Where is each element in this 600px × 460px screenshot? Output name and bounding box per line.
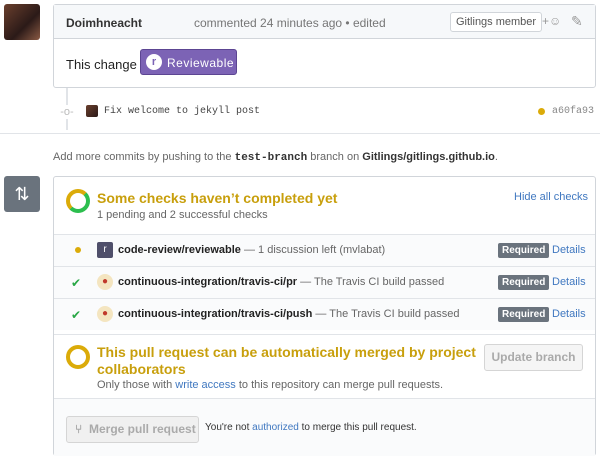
commit-status-pending-icon[interactable]	[538, 108, 545, 115]
comment-body-text: This change is	[66, 57, 150, 72]
merge-button-label: Merge pull request	[89, 422, 196, 436]
travis-icon: ●	[97, 306, 113, 322]
merge-action-section: ⑂ Merge pull request You're not authoriz…	[54, 398, 595, 456]
check-row: r code-review/reviewable — 1 discussion …	[54, 234, 595, 266]
merge-status-icon	[66, 345, 90, 369]
repo-name: Gitlings/gitlings.github.io	[362, 151, 495, 163]
branch-name: test-branch	[234, 152, 308, 164]
avatar[interactable]	[4, 4, 40, 40]
reviewable-logo-icon: r	[146, 54, 162, 70]
check-name: continuous-integration/travis-ci/push — …	[118, 308, 460, 320]
travis-icon: ●	[97, 274, 113, 290]
update-branch-button[interactable]: Update branch	[484, 344, 583, 371]
comment-author[interactable]: Doimhneacht	[66, 16, 142, 30]
check-mark-icon: ✔	[71, 308, 82, 322]
add-commits-mid: branch on	[310, 151, 360, 163]
check-name-text: code-review/reviewable	[118, 244, 241, 256]
commit-message[interactable]: Fix welcome to jekyll post	[104, 106, 260, 117]
merge-status-section: This pull request can be automatically m…	[54, 334, 595, 398]
merge-note: Only those with write access to this rep…	[97, 379, 443, 391]
not-auth-prefix: You're not	[205, 422, 250, 433]
member-badge: Gitlings member	[450, 12, 543, 32]
comment-header: Doimhneacht commented 24 minutes ago • e…	[54, 5, 595, 39]
check-desc: — The Travis CI build passed	[300, 276, 445, 288]
checks-subtitle: 1 pending and 2 successful checks	[97, 209, 268, 221]
check-name: code-review/reviewable — 1 discussion le…	[118, 244, 385, 256]
merge-status-title: This pull request can be automatically m…	[97, 344, 476, 377]
pending-dot-icon	[75, 247, 81, 253]
reviewable-label: Reviewable	[167, 56, 235, 70]
merge-pull-request-button[interactable]: ⑂ Merge pull request	[66, 416, 199, 443]
reviewable-icon: r	[97, 242, 113, 258]
checks-status-icon	[66, 189, 90, 213]
details-link[interactable]: Details	[552, 308, 586, 320]
commit-author-avatar[interactable]	[86, 105, 98, 117]
check-desc: — The Travis CI build passed	[315, 308, 460, 320]
add-commits-suffix: .	[494, 151, 498, 163]
edit-icon[interactable]: ✎	[571, 13, 583, 30]
check-desc: — 1 discussion left (mvlabat)	[243, 244, 386, 256]
merge-icon: ⑂	[75, 422, 83, 436]
checks-title: Some checks haven’t completed yet	[97, 190, 338, 206]
reviewable-button[interactable]: r Reviewable	[140, 49, 237, 75]
check-row: ✔ ● continuous-integration/travis-ci/pr …	[54, 266, 595, 298]
add-reaction-icon[interactable]: +☺	[542, 14, 561, 28]
authorized-link[interactable]: authorized	[252, 422, 299, 433]
not-authorized-note: You're not authorized to merge this pull…	[205, 422, 417, 433]
merge-box: Some checks haven’t completed yet 1 pend…	[53, 176, 596, 456]
hide-all-checks-link[interactable]: Hide all checks	[514, 191, 588, 203]
merge-note-suffix: to this repository can merge pull reques…	[238, 379, 444, 391]
check-name-text: continuous-integration/travis-ci/pr	[118, 276, 298, 288]
add-commits-hint: Add more commits by pushing to the test-…	[53, 151, 498, 164]
required-badge: Required	[498, 243, 550, 258]
add-commits-prefix: Add more commits by pushing to the	[53, 151, 232, 163]
write-access-link[interactable]: write access	[175, 379, 236, 391]
merge-note-prefix: Only those with	[97, 379, 173, 391]
details-link[interactable]: Details	[552, 276, 586, 288]
required-badge: Required	[498, 275, 550, 290]
comment-meta: commented 24 minutes ago • edited	[194, 16, 386, 30]
commit-icon: -o-	[60, 105, 74, 119]
check-row: ✔ ● continuous-integration/travis-ci/pus…	[54, 298, 595, 330]
comment-box: Doimhneacht commented 24 minutes ago • e…	[53, 4, 596, 88]
not-auth-suffix: to merge this pull request.	[301, 422, 417, 433]
check-mark-icon: ✔	[71, 276, 82, 290]
check-name-text: continuous-integration/travis-ci/push	[118, 308, 313, 320]
commit-sha[interactable]: a60fa93	[552, 106, 594, 117]
details-link[interactable]: Details	[552, 244, 586, 256]
check-name: continuous-integration/travis-ci/pr — Th…	[118, 276, 444, 288]
divider	[0, 133, 600, 134]
required-badge: Required	[498, 307, 550, 322]
pull-request-icon: ⇅	[4, 176, 40, 212]
